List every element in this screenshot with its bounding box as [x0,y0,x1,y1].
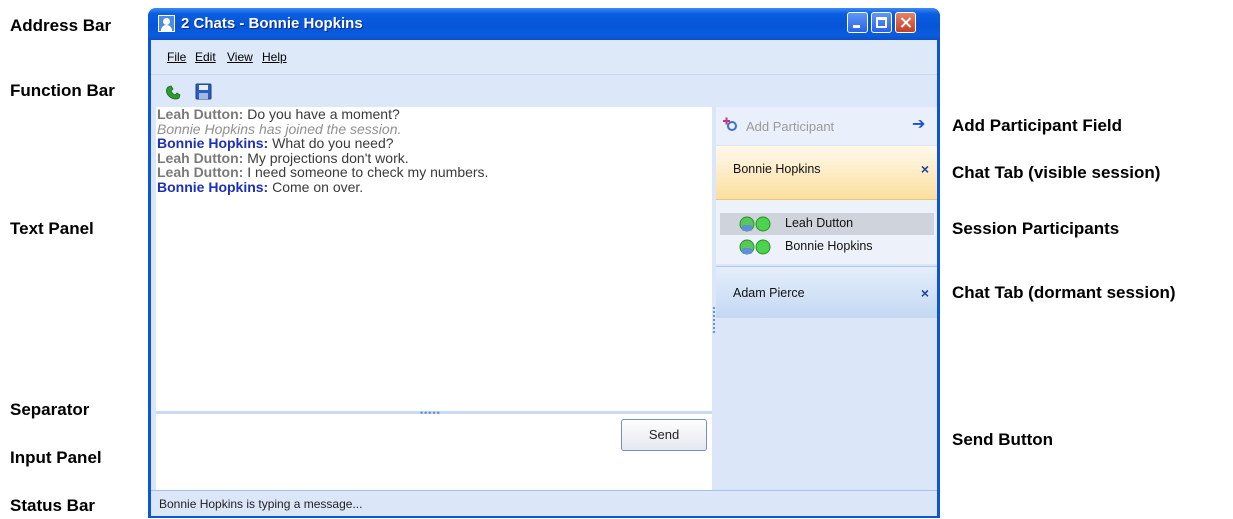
title-bar[interactable]: 2 Chats - Bonnie Hopkins [148,8,940,40]
label-input-panel: Input Panel [10,448,102,467]
message-line: Leah Dutton: I need someone to check my … [157,164,489,181]
close-tab-icon[interactable]: × [921,267,929,319]
label-status-bar: Status Bar [10,496,96,515]
label-address-bar: Address Bar [10,16,112,35]
system-message: Bonnie Hopkins has joined the session. [157,120,402,137]
participant-status-icon [739,239,771,255]
participant-status-icon [739,216,771,232]
input-panel[interactable]: Send [156,414,712,490]
label-session-participants: Session Participants [952,219,1120,238]
participant-item[interactable]: Leah Dutton [720,213,934,235]
menu-bar: File Edit View Help [151,40,937,74]
add-person-icon [723,117,737,131]
status-bar: Bonnie Hopkins is typing a message... [151,490,937,516]
message-line: Leah Dutton: My projections don't work. [157,149,409,166]
close-tab-icon[interactable]: × [921,146,929,192]
label-function-bar: Function Bar [10,81,115,100]
label-add-participant-field: Add Participant Field [952,116,1123,135]
menu-file[interactable]: File [167,50,186,64]
chat-tab-name: Bonnie Hopkins [733,162,821,176]
chat-tab-name: Adam Pierce [733,286,805,300]
message-line: Leah Dutton: Do you have a moment? [157,106,400,122]
divider-grip[interactable] [713,307,715,333]
label-separator: Separator [10,400,90,419]
chat-tab-dormant[interactable]: Adam Pierce × [716,266,937,318]
message-line: Bonnie Hopkins: Come on over. [157,178,364,195]
participant-name: Leah Dutton [785,216,854,230]
label-chat-tab-dormant: Chat Tab (dormant session) [952,283,1176,302]
message-line: Bonnie Hopkins: What do you need? [157,135,394,152]
side-panel: ➔ Bonnie Hopkins × Leah Dutton [716,107,937,490]
floppy-disk-icon[interactable] [195,83,212,100]
send-button[interactable]: Send [621,419,707,451]
label-send-button: Send Button [952,430,1054,449]
add-participant-row: ➔ [716,107,937,145]
participant-item[interactable]: Bonnie Hopkins [720,236,934,258]
function-bar [151,74,937,107]
text-panel[interactable]: Leah Dutton: Do you have a moment? Bonni… [156,107,712,411]
status-text: Bonnie Hopkins is typing a message... [159,497,363,511]
chat-tab-active[interactable]: Bonnie Hopkins × [716,146,937,200]
label-text-panel: Text Panel [10,219,94,238]
participant-name: Bonnie Hopkins [785,239,873,253]
chat-window: 2 Chats - Bonnie Hopkins File Edit View … [148,8,940,518]
add-participant-input[interactable] [746,117,886,135]
close-button[interactable] [895,12,916,33]
label-chat-tab-visible: Chat Tab (visible session) [952,163,1161,182]
minimize-button[interactable] [847,12,868,33]
user-icon [158,15,175,32]
menu-edit[interactable]: Edit [195,50,216,64]
maximize-button[interactable] [871,12,892,33]
arrow-right-icon[interactable]: ➔ [912,114,925,134]
menu-help[interactable]: Help [262,50,287,64]
menu-view[interactable]: View [227,50,253,64]
session-participants: Leah Dutton Bonnie Hopkins [716,200,937,264]
phone-icon[interactable] [165,83,183,101]
window-title: 2 Chats - Bonnie Hopkins [181,15,363,32]
